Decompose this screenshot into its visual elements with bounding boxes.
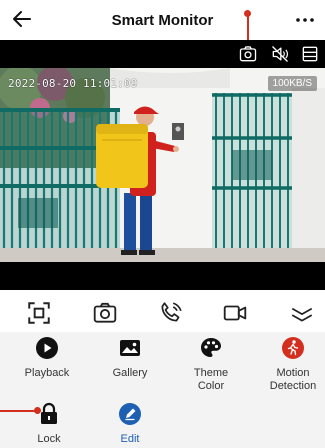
video-timestamp: 2022-08-20 11:01:09 — [8, 77, 138, 90]
top-bar: Smart Monitor — [0, 0, 325, 40]
lock-icon — [41, 402, 57, 424]
feature-panel: Playback Gallery Theme Color Motion Dete… — [0, 332, 325, 448]
feature-label: Lock — [37, 433, 61, 445]
feature-theme-color[interactable]: Theme Color — [176, 336, 246, 393]
edit-icon — [119, 403, 141, 425]
feature-label: Playback — [24, 367, 70, 379]
screenshot-camera-icon[interactable] — [238, 44, 258, 64]
feature-motion-detection[interactable]: Motion Detection — [258, 336, 325, 393]
control-row — [0, 294, 325, 332]
feature-label: Theme Color — [193, 367, 229, 392]
video-record-icon[interactable] — [222, 300, 248, 326]
feature-label: Gallery — [112, 367, 148, 379]
layout-split-icon[interactable] — [300, 44, 320, 64]
mute-speaker-icon[interactable] — [270, 44, 290, 64]
page-title: Smart Monitor — [111, 12, 214, 29]
feature-edit[interactable]: Edit — [95, 402, 165, 446]
feature-label: Motion Detection — [269, 367, 317, 392]
feature-playback[interactable]: Playback — [12, 336, 82, 380]
focus-frame-icon[interactable] — [26, 300, 52, 326]
feature-lock[interactable]: Lock — [14, 402, 84, 446]
video-toolbar — [0, 40, 325, 68]
camera-snapshot-icon[interactable] — [92, 300, 118, 326]
feature-label: Edit — [120, 433, 140, 445]
bitrate-badge: 100KB/S — [267, 76, 317, 91]
gallery-icon — [120, 340, 140, 356]
collapse-chevron-icon[interactable] — [289, 300, 315, 326]
intercom-call-icon[interactable] — [158, 300, 184, 326]
feature-gallery[interactable]: Gallery — [95, 336, 165, 380]
motion-detection-icon — [282, 337, 304, 359]
annotation-marker-lock — [34, 407, 41, 414]
live-video-feed[interactable]: 2022-08-20 11:01:09 100KB/S — [0, 68, 325, 290]
palette-icon — [201, 338, 221, 357]
play-icon — [36, 337, 58, 359]
camera-scene-image — [0, 68, 325, 262]
more-options-icon[interactable] — [293, 8, 317, 32]
annotation-line-lock — [0, 410, 36, 412]
